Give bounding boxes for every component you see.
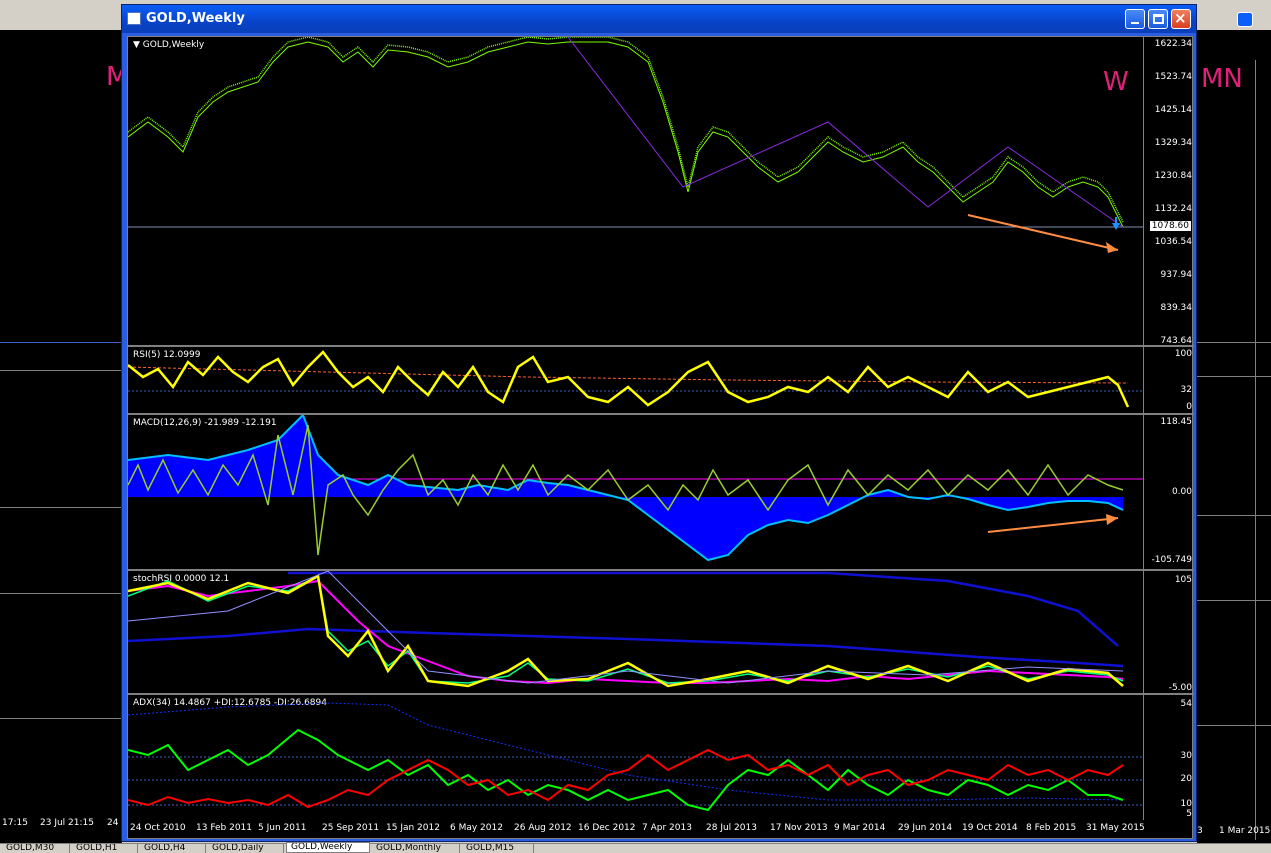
chart-window-icon <box>127 12 141 25</box>
window-titlebar[interactable]: GOLD,Weekly × <box>122 5 1196 33</box>
right-window-minimize-button[interactable] <box>1237 12 1253 27</box>
maximize-button[interactable] <box>1148 9 1168 29</box>
stoch-rsi-panel[interactable]: stochRSI 0.0000 12.1 105 -5.00 <box>128 571 1194 695</box>
stoch-lower-band <box>128 627 1124 668</box>
date-label: 25 Sep 2011 <box>322 823 380 833</box>
minimize-button[interactable] <box>1125 9 1145 29</box>
right-date-1: 3 <box>1197 826 1203 836</box>
price-panel[interactable]: ▼ GOLD,Weekly W 1622.34 1523.74 1425.14 … <box>128 37 1194 347</box>
date-label: 15 Jan 2012 <box>386 823 440 833</box>
adx-panel[interactable]: ADX(34) 14.4867 +DI:12.6785 -DI:26.6894 … <box>128 695 1194 840</box>
tab-gold-daily[interactable]: GOLD,Daily <box>208 844 284 853</box>
right-timeframe-letter: MN <box>1201 64 1243 94</box>
rsi-panel[interactable]: RSI(5) 12.0999 100 32 0 <box>128 347 1194 415</box>
date-label: 17 Nov 2013 <box>770 823 828 833</box>
price-chart-svg <box>128 37 1143 253</box>
tab-gold-m30[interactable]: GOLD,M30 <box>2 844 70 853</box>
date-axis: 24 Oct 2010 13 Feb 2011 5 Jun 2011 25 Se… <box>128 820 1194 840</box>
date-label: 8 Feb 2015 <box>1026 823 1077 833</box>
tab-gold-monthly[interactable]: GOLD,Monthly <box>372 844 460 853</box>
left-date-3: 24 <box>107 818 119 828</box>
macd-chart-svg <box>128 415 1143 562</box>
chart-area[interactable]: ▼ GOLD,Weekly W 1622.34 1523.74 1425.14 … <box>127 36 1194 840</box>
left-date-1: 17:15 <box>2 818 28 828</box>
right-window-titlebar <box>1197 8 1271 30</box>
trend-arrow-price <box>967 214 1119 251</box>
minimize-icon <box>1131 22 1139 24</box>
stoch-chart-svg <box>128 571 1124 688</box>
date-label: 19 Oct 2014 <box>962 823 1018 833</box>
date-label: 26 Aug 2012 <box>514 823 572 833</box>
right-monthly-chart-window[interactable]: MN 3 1 Mar 2015 <box>1197 30 1271 843</box>
date-label: 28 Jul 2013 <box>706 823 757 833</box>
gold-weekly-chart-window[interactable]: GOLD,Weekly × ▼ GOLD,Weekly W 1622.34 15… <box>121 4 1197 842</box>
tab-gold-m15[interactable]: GOLD,M15 <box>462 844 534 853</box>
rsi-line <box>128 350 1130 408</box>
stoch-upper-band <box>288 571 1119 647</box>
stoch-scale: 105 -5.00 <box>1168 575 1192 693</box>
date-label: 16 Dec 2012 <box>578 823 636 833</box>
adx-chart-svg <box>128 702 1143 812</box>
rsi-scale: 100 32 0 <box>1174 349 1192 412</box>
macd-panel[interactable]: MACD(12,26,9) -21.989 -12.191 118.45 0.0… <box>128 415 1194 571</box>
maximize-icon <box>1153 14 1164 24</box>
left-date-2: 23 Jul 21:15 <box>40 818 94 828</box>
adx-scale: 54 30 20 10 5 <box>1180 699 1192 819</box>
current-price-tag: 1078.60 <box>1149 221 1191 231</box>
date-label: 9 Mar 2014 <box>834 823 886 833</box>
trend-arrow-macd <box>987 517 1119 533</box>
close-button[interactable]: × <box>1171 9 1191 29</box>
date-label: 5 Jun 2011 <box>258 823 307 833</box>
macd-scale: 118.45 0.00 -105.749 <box>1151 417 1192 565</box>
price-scale: 1622.34 1523.74 1425.14 1329.34 1230.84 … <box>1154 39 1192 346</box>
date-label: 13 Feb 2011 <box>196 823 253 833</box>
date-label: 6 May 2012 <box>450 823 503 833</box>
right-date-2: 1 Mar 2015 <box>1219 826 1271 836</box>
date-label: 7 Apr 2013 <box>642 823 692 833</box>
tab-gold-weekly[interactable]: GOLD,Weekly <box>286 842 370 853</box>
wick-series <box>128 41 1124 228</box>
date-label: 31 May 2015 <box>1086 823 1145 833</box>
date-label: 24 Oct 2010 <box>130 823 186 833</box>
date-label: 29 Jun 2014 <box>898 823 953 833</box>
left-monthly-chart-window[interactable]: M 17:15 23 Jul 21:15 24 <box>0 30 128 843</box>
rsi-chart-svg <box>128 350 1143 408</box>
tab-gold-h1[interactable]: GOLD,H1 <box>72 844 138 853</box>
close-icon: × <box>1174 9 1187 27</box>
tab-gold-h4[interactable]: GOLD,H4 <box>140 844 206 853</box>
window-title: GOLD,Weekly <box>146 11 245 26</box>
